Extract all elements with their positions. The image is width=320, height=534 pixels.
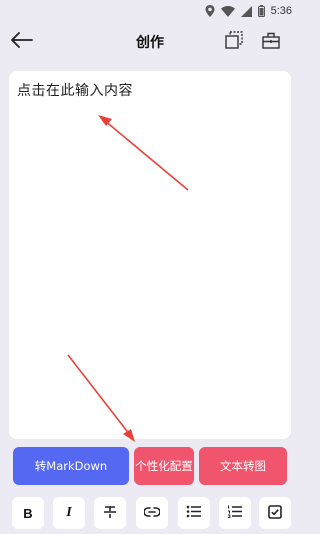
checkbox-icon — [268, 504, 282, 522]
app-bar: 创作 — [0, 22, 300, 62]
toolbox-icon — [262, 32, 280, 53]
italic-button[interactable]: I — [53, 497, 85, 529]
status-bar: 5:36 — [0, 0, 300, 22]
page-title: 创作 — [136, 35, 164, 51]
numbered-list-button[interactable] — [219, 497, 251, 529]
battery-icon — [257, 5, 265, 17]
bold-icon: B — [23, 505, 33, 521]
format-toolbar: B I — [0, 497, 300, 531]
editor-area[interactable]: 点击在此输入内容 — [9, 71, 291, 439]
bold-button[interactable]: B — [12, 497, 44, 529]
bullet-list-button[interactable] — [178, 497, 210, 529]
text-to-image-button[interactable]: 文本转图 — [199, 447, 287, 485]
bullet-list-icon — [186, 505, 202, 521]
location-icon — [205, 5, 215, 17]
status-time: 5:36 — [270, 5, 292, 17]
strikethrough-button[interactable] — [94, 497, 126, 529]
to-markdown-button[interactable]: 转MarkDown — [13, 447, 129, 485]
link-button[interactable] — [136, 497, 168, 529]
copy-icon — [225, 31, 243, 53]
italic-icon: I — [66, 505, 72, 520]
personalize-button[interactable]: 个性化配置 — [134, 447, 194, 485]
signal-icon — [240, 5, 252, 17]
strikethrough-icon — [103, 505, 117, 522]
action-row: 转MarkDown 个性化配置 文本转图 — [0, 447, 300, 485]
checkbox-button[interactable] — [259, 497, 291, 529]
editor-placeholder: 点击在此输入内容 — [17, 83, 133, 99]
link-icon — [143, 506, 161, 520]
copy-button[interactable] — [222, 30, 246, 54]
wifi-icon — [220, 5, 235, 17]
numbered-list-icon — [227, 505, 243, 521]
toolbox-button[interactable] — [259, 30, 283, 54]
